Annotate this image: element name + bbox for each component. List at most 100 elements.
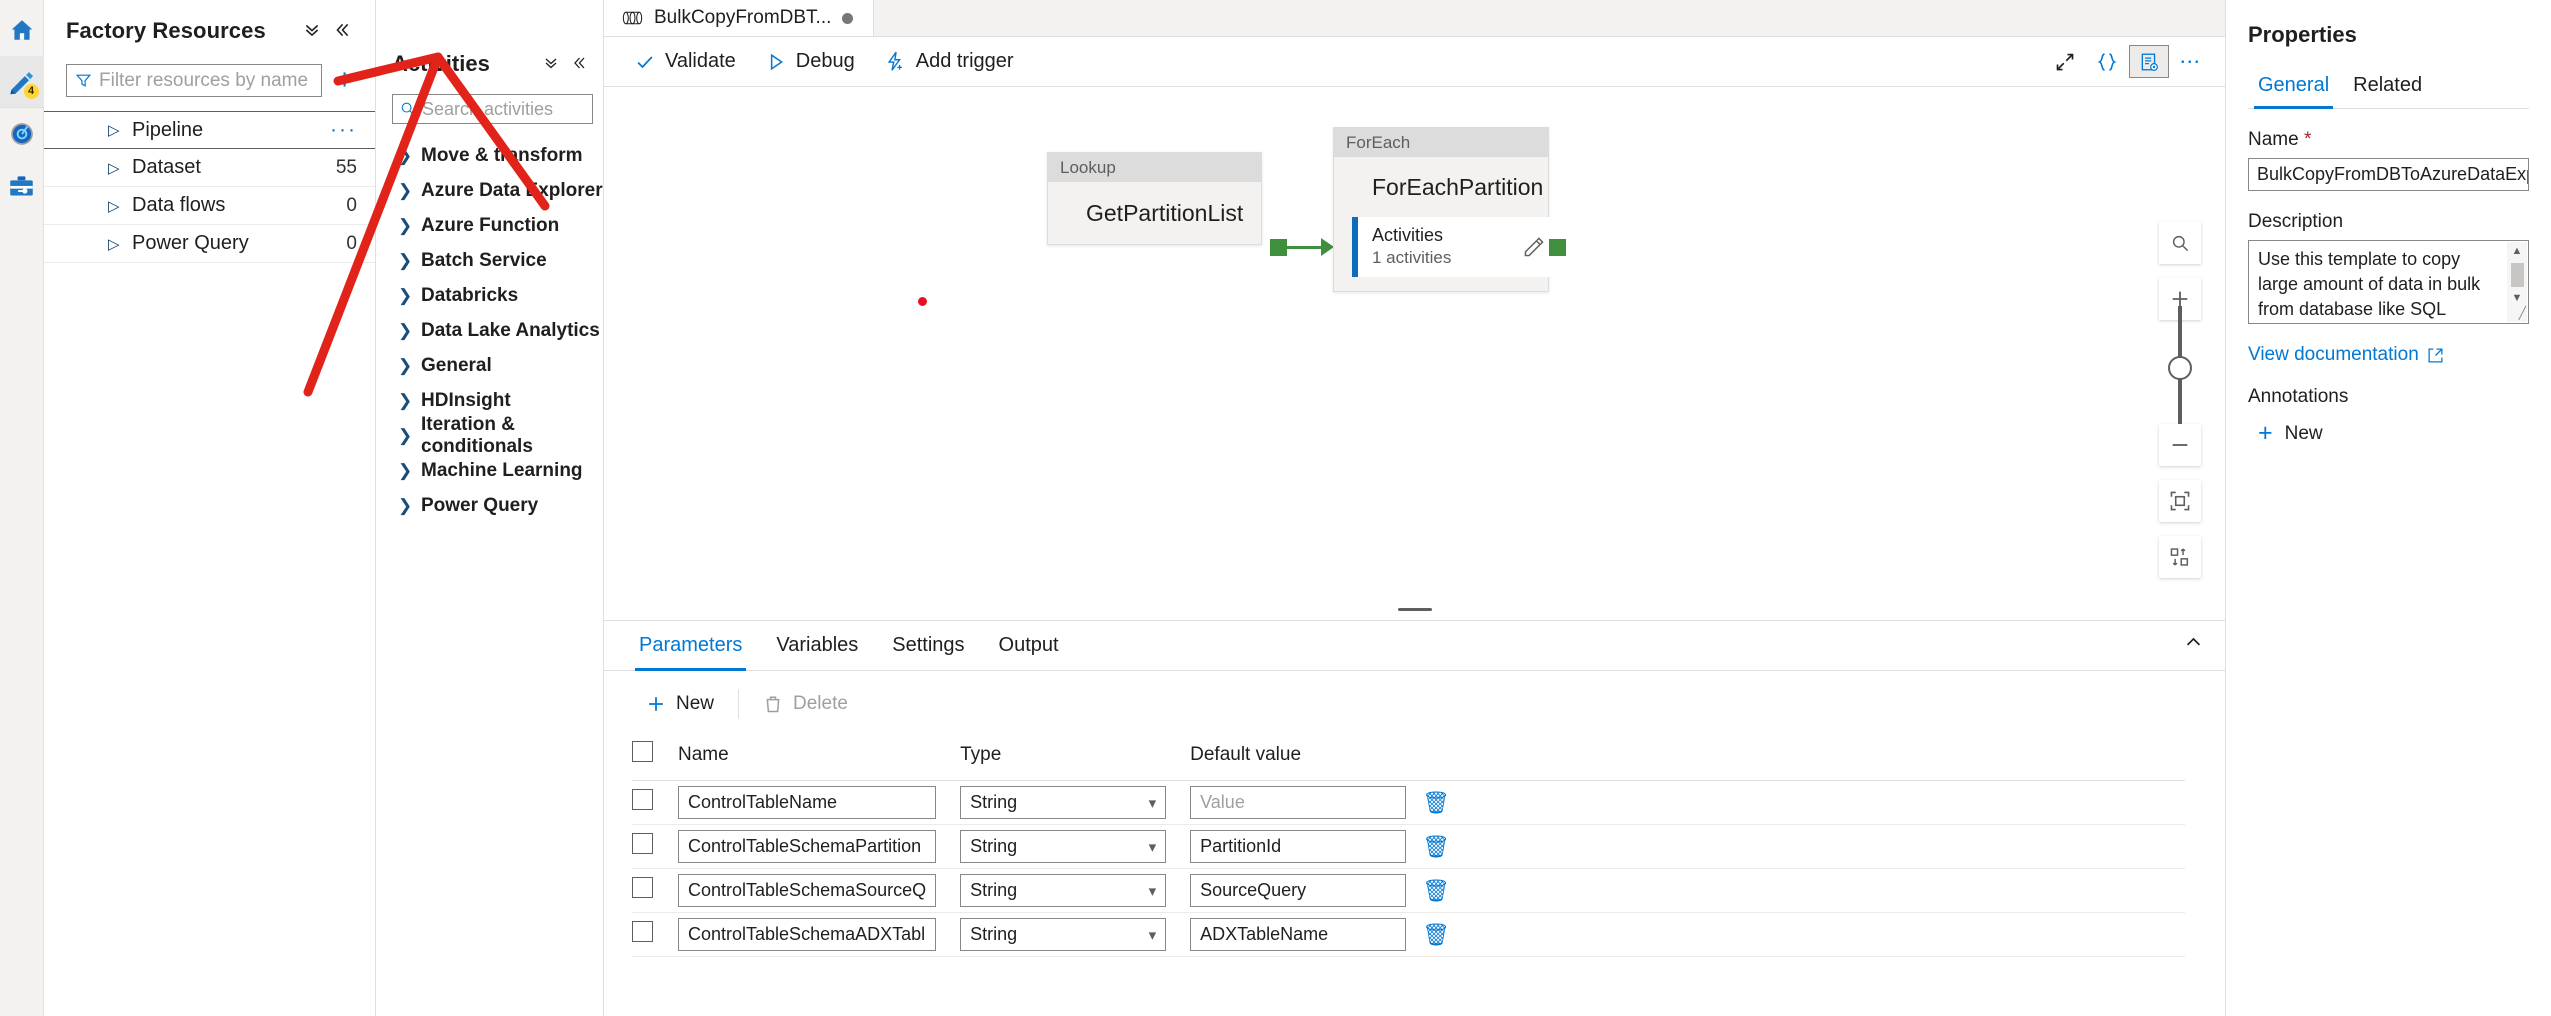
table-row[interactable]: ControlTableSchemaSourceQ String ▾ Source… <box>632 868 2185 913</box>
pipeline-name-input[interactable]: BulkCopyFromDBToAzureDataExplorer33 <box>2248 158 2529 191</box>
activity-group-databricks[interactable]: ❯ Databricks <box>376 278 603 313</box>
properties-tab-related[interactable]: Related <box>2343 68 2432 108</box>
canvas-node-lookup[interactable]: Lookup GetPartitionList <box>1047 152 1262 245</box>
zoom-slider-knob[interactable] <box>2168 356 2192 380</box>
activity-group-azure-data-explorer[interactable]: ❯ Azure Data Explorer <box>376 173 603 208</box>
tab-variables[interactable]: Variables <box>759 621 875 671</box>
pipeline-description-textarea[interactable]: Use this template to copy large amount o… <box>2248 240 2529 324</box>
activity-group-data-lake-analytics[interactable]: ❯ Data Lake Analytics <box>376 313 603 348</box>
new-parameter-button[interactable]: New <box>632 687 728 721</box>
more-ellipsis-icon[interactable]: ⋯ <box>2171 43 2211 81</box>
activity-group-move-transform[interactable]: ❯ Move & transform <box>376 138 603 173</box>
factory-row-data-flows[interactable]: ▷ Data flows 0 <box>44 187 375 225</box>
row-checkbox[interactable] <box>632 789 653 810</box>
param-default-input[interactable]: Value <box>1190 786 1407 819</box>
activities-collapse-all-icon[interactable] <box>537 52 565 77</box>
table-row[interactable]: ControlTableName String ▾ Value 🗑 <box>632 780 2185 825</box>
delete-parameter-button[interactable]: Delete <box>749 687 862 721</box>
param-type-select[interactable]: String ▾ <box>960 918 1167 951</box>
foreach-inner-activities[interactable]: Activities 1 activities <box>1352 217 1557 277</box>
main-area: BulkCopyFromDBT... Validate Debug Add tr… <box>604 0 2225 1016</box>
table-row[interactable]: ControlTableSchemaPartition String ▾ Part… <box>632 824 2185 869</box>
parameters-table: Name Type Default value ControlTableName… <box>632 731 2185 957</box>
view-documentation-link[interactable]: View documentation <box>2248 344 2529 366</box>
splitter-handle[interactable] <box>1397 607 1432 611</box>
activity-group-power-query[interactable]: ❯ Power Query <box>376 488 603 523</box>
scrollbar-thumb[interactable] <box>2510 263 2524 288</box>
param-name-input[interactable]: ControlTableSchemaPartition <box>678 830 937 863</box>
delete-row-icon[interactable]: 🗑 <box>1422 922 1450 947</box>
pipeline-actions-ellipsis[interactable]: ··· <box>330 118 357 142</box>
select-all-checkbox[interactable] <box>632 741 653 762</box>
select-all-cell <box>632 731 678 781</box>
rail-item-manage[interactable] <box>0 160 44 212</box>
collapse-all-chevrons-icon[interactable] <box>297 18 327 45</box>
delete-row-icon[interactable]: 🗑 <box>1422 878 1450 903</box>
tab-parameters[interactable]: Parameters <box>622 621 759 671</box>
expand-icon[interactable] <box>2045 43 2085 81</box>
tab-output[interactable]: Output <box>982 621 1076 671</box>
activities-collapse-pane-icon[interactable] <box>565 52 593 77</box>
pencil-icon[interactable] <box>1523 236 1545 258</box>
adf-app-window: 4 Factory Resources Filter resources by … <box>0 0 2551 1016</box>
code-braces-icon[interactable] <box>2087 43 2127 81</box>
properties-panel-icon[interactable] <box>2129 45 2169 78</box>
properties-tab-general[interactable]: General <box>2248 68 2339 109</box>
rail-item-author[interactable]: 4 <box>0 56 44 108</box>
validate-button[interactable]: Validate <box>622 44 749 79</box>
param-name-input[interactable]: ControlTableName <box>678 786 937 819</box>
add-annotation-button[interactable]: + New <box>2248 421 2529 446</box>
param-default-input[interactable]: PartitionId <box>1190 830 1407 863</box>
search-activities-input[interactable]: Search activities <box>392 94 593 124</box>
activity-group-batch-service[interactable]: ❯ Batch Service <box>376 243 603 278</box>
panel-splitter[interactable] <box>604 598 2225 620</box>
tab-settings[interactable]: Settings <box>875 621 981 671</box>
node-output-port[interactable] <box>1270 239 1287 256</box>
param-type-select[interactable]: String ▾ <box>960 786 1167 819</box>
param-default-input[interactable]: ADXTableName <box>1190 918 1407 951</box>
col-default-value: Default value <box>1190 731 1407 781</box>
delete-row-icon[interactable]: 🗑 <box>1422 834 1450 859</box>
canvas-node-foreach[interactable]: ForEach ForEachPartition Activities 1 ac… <box>1333 127 1557 292</box>
pipeline-canvas[interactable]: Lookup GetPartitionList ForEach ForEachP… <box>604 87 2225 598</box>
delete-row-icon[interactable]: 🗑 <box>1422 790 1450 815</box>
expand-chevron-icon[interactable]: ▷ <box>108 121 120 139</box>
collapse-pane-icon[interactable] <box>327 18 357 45</box>
add-trigger-button[interactable]: Add trigger <box>872 44 1027 79</box>
resize-grip-icon[interactable]: ╱ <box>2519 305 2526 322</box>
param-type-select[interactable]: String ▾ <box>960 830 1167 863</box>
activity-group-machine-learning[interactable]: ❯ Machine Learning <box>376 453 603 488</box>
param-default-input[interactable]: SourceQuery <box>1190 874 1407 907</box>
zoom-out-icon[interactable] <box>2159 424 2201 466</box>
add-resource-button[interactable]: + <box>332 66 357 95</box>
factory-row-power-query[interactable]: ▷ Power Query 0 <box>44 225 375 263</box>
zoom-slider[interactable] <box>2168 306 2192 424</box>
rail-item-home[interactable] <box>0 4 44 56</box>
filter-resources-input[interactable]: Filter resources by name <box>66 64 323 97</box>
param-name-input[interactable]: ControlTableSchemaADXTabl <box>678 918 937 951</box>
activity-group-general[interactable]: ❯ General <box>376 348 603 383</box>
factory-row-pipeline[interactable]: ▷ Pipeline ··· <box>44 111 375 149</box>
tab-bulkcopyfromdb[interactable]: BulkCopyFromDBT... <box>604 0 875 36</box>
zoom-to-fit-search-icon[interactable] <box>2159 222 2201 264</box>
foreach-output-port[interactable] <box>1549 239 1566 256</box>
auto-align-icon[interactable] <box>2159 536 2201 578</box>
activity-group-azure-function[interactable]: ❯ Azure Function <box>376 208 603 243</box>
scroll-up-arrow-icon[interactable]: ▲ <box>2512 242 2523 261</box>
collapse-bottom-panel-button[interactable] <box>2184 633 2225 658</box>
rail-item-monitor[interactable] <box>0 108 44 160</box>
activity-group-iteration-conditionals[interactable]: ❯ Iteration & conditionals <box>376 414 603 457</box>
row-checkbox[interactable] <box>632 877 653 898</box>
param-type-select[interactable]: String ▾ <box>960 874 1167 907</box>
expand-chevron-icon[interactable]: ▷ <box>108 197 120 215</box>
factory-row-dataset[interactable]: ▷ Dataset 55 <box>44 149 375 187</box>
factory-resources-title: Factory Resources <box>66 18 266 43</box>
fit-to-screen-icon[interactable] <box>2159 480 2201 522</box>
row-checkbox[interactable] <box>632 921 653 942</box>
expand-chevron-icon[interactable]: ▷ <box>108 235 120 253</box>
table-row[interactable]: ControlTableSchemaADXTabl String ▾ ADXTab… <box>632 912 2185 957</box>
row-checkbox[interactable] <box>632 833 653 854</box>
debug-button[interactable]: Debug <box>753 44 868 79</box>
param-name-input[interactable]: ControlTableSchemaSourceQ <box>678 874 937 907</box>
expand-chevron-icon[interactable]: ▷ <box>108 159 120 177</box>
